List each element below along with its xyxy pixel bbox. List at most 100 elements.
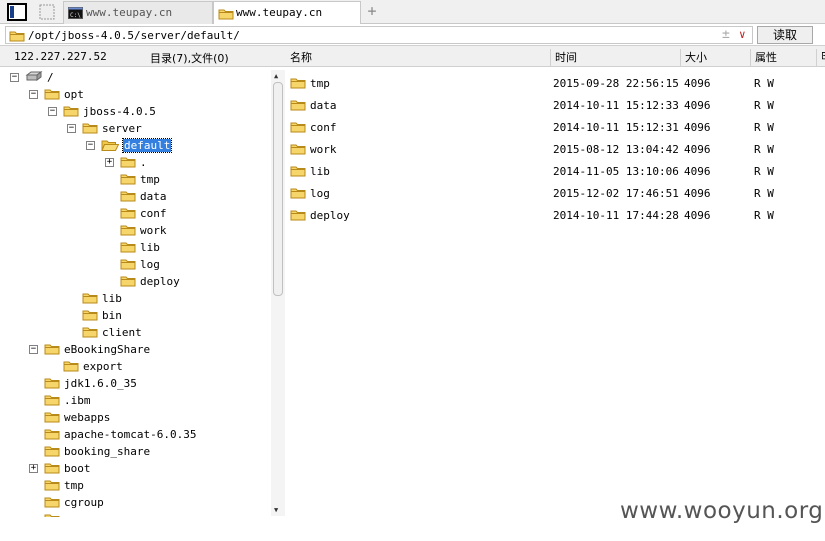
- tree-node-label: cgroup: [64, 496, 104, 509]
- collapse-icon[interactable]: −: [67, 124, 76, 133]
- tree-scrollbar[interactable]: ▲ ▼: [271, 70, 285, 516]
- scrollbar-thumb[interactable]: [273, 82, 283, 296]
- tree-node[interactable]: bin: [67, 307, 122, 324]
- tree-node[interactable]: client: [67, 324, 142, 341]
- expand-icon[interactable]: +: [29, 464, 38, 473]
- expand-icon[interactable]: +: [105, 158, 114, 167]
- folder-icon: [120, 155, 136, 171]
- folder-icon: [120, 223, 136, 239]
- folder-icon: [44, 393, 60, 409]
- collapse-icon[interactable]: −: [29, 90, 38, 99]
- tree-node-label: tmp: [64, 479, 84, 492]
- folder-icon: [120, 257, 136, 273]
- file-row[interactable]: log 2015-12-02 17:46:51 4096 R W: [286, 181, 816, 203]
- tree-node-label: conf: [140, 207, 167, 220]
- tree-node[interactable]: conf: [105, 205, 167, 222]
- tree-node[interactable]: cgroup: [29, 494, 104, 511]
- tree-node-label: lib: [140, 241, 160, 254]
- tree-node[interactable]: apache-tomcat-6.0.35: [29, 426, 196, 443]
- file-name: work: [310, 143, 337, 156]
- column-header-size[interactable]: 大小: [680, 49, 750, 67]
- file-row[interactable]: conf 2014-10-11 15:12:31 4096 R W: [286, 115, 816, 137]
- folder-open-icon: [101, 138, 120, 154]
- folder-icon: [63, 359, 79, 375]
- collapse-icon[interactable]: −: [86, 141, 95, 150]
- tree-node[interactable]: work: [105, 222, 167, 239]
- tree-node[interactable]: − /: [10, 69, 54, 86]
- tab-terminal[interactable]: C:\ www.teupay.cn: [63, 1, 213, 24]
- column-header-time[interactable]: 时间: [550, 49, 680, 67]
- tree-node[interactable]: lib: [105, 239, 160, 256]
- file-row[interactable]: tmp 2015-09-28 22:56:15 4096 R W: [286, 71, 816, 93]
- tree-node-label: data: [140, 190, 167, 203]
- tree-node-label: default: [121, 138, 173, 153]
- column-header-name[interactable]: 名称: [286, 49, 312, 67]
- tree-node[interactable]: − jboss-4.0.5: [48, 103, 156, 120]
- folder-icon: [290, 208, 306, 224]
- tree-node[interactable]: data: [105, 188, 167, 205]
- folder-icon: [44, 376, 60, 392]
- folder-icon: [120, 274, 136, 290]
- tree-node[interactable]: export: [48, 358, 123, 375]
- file-row[interactable]: lib 2014-11-05 13:10:06 4096 R W: [286, 159, 816, 181]
- tree-node[interactable]: log: [105, 256, 160, 273]
- folder-icon: [44, 410, 60, 426]
- path-input[interactable]: [28, 28, 708, 43]
- chevron-down-icon[interactable]: ∨: [739, 28, 746, 41]
- folder-icon: [120, 172, 136, 188]
- tree-node-label: deploy: [140, 275, 180, 288]
- address-bar: ± ∨ 读取: [0, 24, 825, 46]
- tree-node[interactable]: booking_share: [29, 443, 150, 460]
- tree-node[interactable]: tmp: [29, 477, 84, 494]
- tree-node[interactable]: − eBookingShare: [29, 341, 150, 358]
- folder-icon: [120, 189, 136, 205]
- file-name: tmp: [310, 77, 330, 90]
- tree-node-label: /: [47, 71, 54, 84]
- tree-node[interactable]: webapps: [29, 409, 110, 426]
- path-field[interactable]: ± ∨: [5, 26, 753, 44]
- new-tab-button[interactable]: +: [364, 2, 380, 20]
- file-size: 4096: [684, 121, 711, 134]
- tree-node[interactable]: deploy: [105, 273, 180, 290]
- header-row: 122.227.227.52 目录(7),文件(0) 名称 时间 大小 属性 ⊟: [0, 46, 825, 67]
- terminal-icon: C:\: [68, 7, 83, 22]
- file-time: 2014-10-11 15:12:33: [553, 99, 679, 112]
- folder-icon: [120, 206, 136, 222]
- tree-node-label: tmp: [140, 173, 160, 186]
- read-button[interactable]: 读取: [757, 26, 813, 44]
- file-name: data: [310, 99, 337, 112]
- column-header-attr[interactable]: 属性: [750, 49, 816, 67]
- collapse-icon[interactable]: −: [29, 345, 38, 354]
- scroll-up-icon[interactable]: ▲: [274, 72, 278, 80]
- tree-node[interactable]: + boot: [29, 460, 91, 477]
- tree-node[interactable]: +.: [105, 154, 147, 171]
- plus-minus-icon[interactable]: ±: [722, 27, 730, 42]
- file-time: 2014-10-11 15:12:31: [553, 121, 679, 134]
- tree-node[interactable]: jdk1.6.0_35: [29, 375, 137, 392]
- collapse-icon[interactable]: −: [10, 73, 19, 82]
- panel-toggle-icon[interactable]: [6, 2, 28, 22]
- collapse-icon[interactable]: −: [48, 107, 57, 116]
- directory-count: 目录(7),文件(0): [150, 52, 229, 65]
- file-attr: R W: [754, 187, 774, 200]
- file-attr: R W: [754, 209, 774, 222]
- file-row[interactable]: deploy 2014-10-11 17:44:28 4096 R W: [286, 203, 816, 225]
- tree-node-label: jboss-4.0.5: [83, 105, 156, 118]
- column-header-extra[interactable]: ⊟: [816, 49, 825, 67]
- tree-node[interactable]: lib: [67, 290, 122, 307]
- window-icon[interactable]: [36, 2, 58, 22]
- tree-node[interactable]: tmp: [105, 171, 160, 188]
- file-row[interactable]: data 2014-10-11 15:12:33 4096 R W: [286, 93, 816, 115]
- tree-node[interactable]: − default: [86, 137, 173, 154]
- tree-node[interactable]: − opt: [29, 86, 84, 103]
- tree-node-label: booking_share: [64, 445, 151, 458]
- scroll-down-icon[interactable]: ▼: [274, 506, 278, 514]
- file-row[interactable]: work 2015-08-12 13:04:42 4096 R W: [286, 137, 816, 159]
- tree-node[interactable]: − server: [67, 120, 142, 137]
- watermark: www.wooyun.org: [620, 498, 824, 524]
- svg-text:C:\: C:\: [70, 12, 81, 19]
- folder-icon: [82, 325, 98, 341]
- file-size: 4096: [684, 99, 711, 112]
- tree-node[interactable]: .ibm: [29, 392, 91, 409]
- tab-files[interactable]: www.teupay.cn: [213, 1, 361, 25]
